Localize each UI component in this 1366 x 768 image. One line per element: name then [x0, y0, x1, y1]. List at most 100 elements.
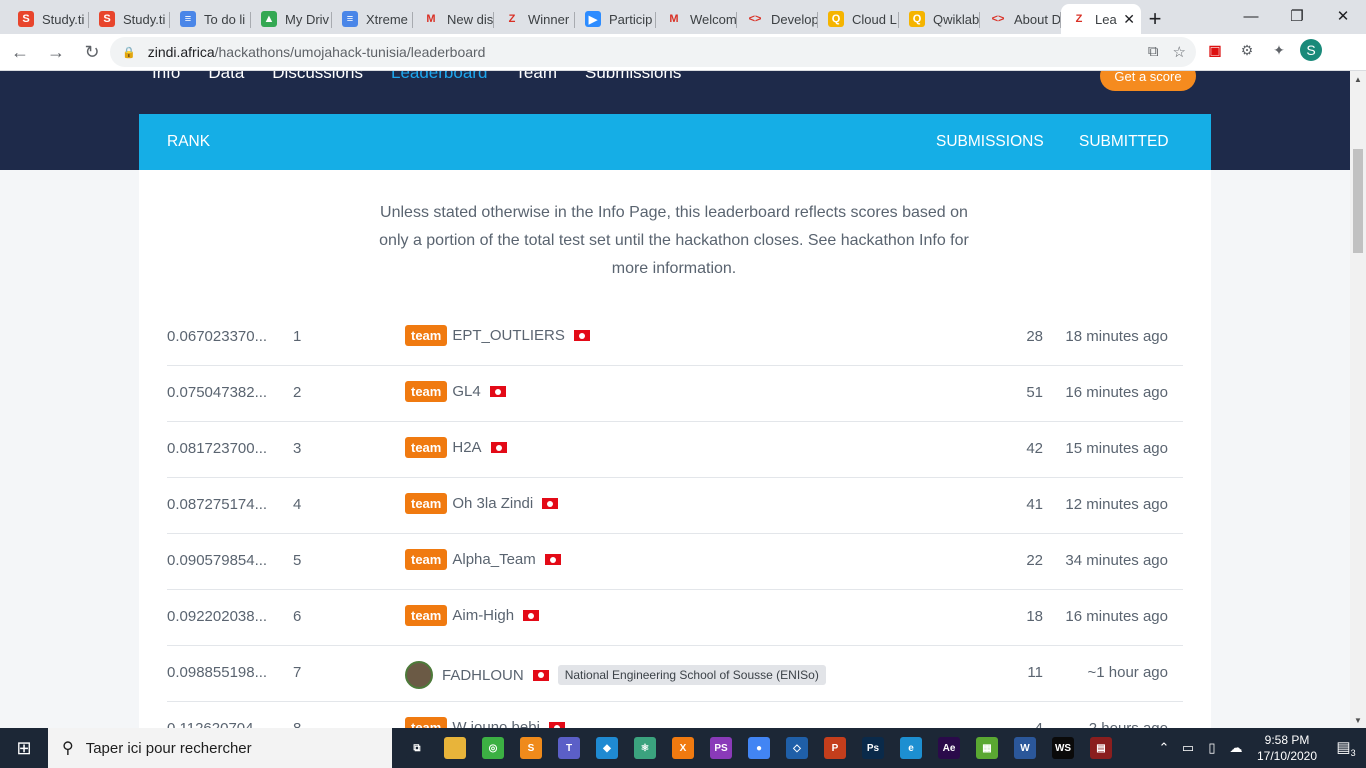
participant-name[interactable]: GL4	[452, 383, 480, 400]
close-tab-icon[interactable]: ✕	[1123, 11, 1135, 28]
taskbar-search[interactable]: ⚲ Taper ici pour rechercher	[48, 728, 392, 768]
forward-button[interactable]: →	[40, 36, 72, 68]
taskbar-app-after-effects[interactable]: Ae	[930, 728, 968, 768]
taskbar-app-xampp[interactable]: X	[664, 728, 702, 768]
row-participant: FADHLOUN National Engineering School of S…	[405, 661, 826, 689]
taskbar-app-webstorm[interactable]: WS	[1044, 728, 1082, 768]
browser-tab[interactable]: ≡ Xtreme	[332, 4, 413, 34]
puzzle-extensions-icon[interactable]: ✦	[1268, 39, 1290, 61]
taskbar-app-powerpoint[interactable]: P	[816, 728, 854, 768]
leaderboard-row[interactable]: 0.090579854... 5 team Alpha_Team 22 34 minute…	[167, 534, 1183, 590]
scroll-down-arrow[interactable]: ▼	[1350, 712, 1366, 728]
leaderboard-row[interactable]: 0.081723700... 3 team H2A 42 15 minutes ago	[167, 422, 1183, 478]
browser-tab[interactable]: M New dis	[413, 4, 494, 34]
participant-name[interactable]: EPT_OUTLIERS	[452, 327, 565, 344]
start-button[interactable]: ⊞	[0, 728, 48, 768]
browser-tab[interactable]: S Study.ti	[8, 4, 89, 34]
tab-label: About D	[1014, 11, 1061, 27]
organization-badge: National Engineering School of Sousse (E…	[557, 665, 826, 685]
battery-icon[interactable]: ▯	[1200, 740, 1224, 756]
taskbar-app-teams[interactable]: T	[550, 728, 588, 768]
back-button[interactable]: ←	[4, 36, 36, 68]
browser-tab[interactable]: Z Lea ✕	[1061, 4, 1141, 34]
xampp-icon: X	[672, 737, 694, 759]
leaderboard-row[interactable]: 0.112620704 8 team W iouno bebi 4 2 hours ago	[167, 702, 1183, 728]
translate-icon[interactable]: ⧉	[1148, 43, 1159, 61]
chevron-up-icon[interactable]: ⌃	[1152, 740, 1176, 756]
leaderboard-row[interactable]: 0.092202038... 6 team Aim-High 18 16 minutes …	[167, 590, 1183, 646]
browser-tab[interactable]: <> About D	[980, 4, 1061, 34]
nav-data[interactable]: Data	[208, 71, 244, 83]
tunisia-flag-icon	[573, 330, 590, 341]
browser-toolbar: ← → ↻ 🔒 zindi.africa/hackathons/umojahac…	[0, 34, 1366, 71]
new-tab-button[interactable]: +	[1141, 4, 1169, 34]
bookmark-star-icon[interactable]: ☆	[1173, 43, 1186, 61]
profile-avatar[interactable]: S	[1300, 39, 1322, 61]
leaderboard-row[interactable]: 0.075047382... 2 team GL4 51 16 minutes ago	[167, 366, 1183, 422]
reload-button[interactable]: ↻	[76, 36, 108, 68]
browser-tab[interactable]: ≡ To do li	[170, 4, 251, 34]
address-bar[interactable]: 🔒 zindi.africa/hackathons/umojahack-tuni…	[110, 37, 1196, 67]
nav-team[interactable]: Team	[515, 71, 557, 83]
browser-tab[interactable]: Q Cloud L	[818, 4, 899, 34]
browser-tab[interactable]: S Study.ti	[89, 4, 170, 34]
settings-gear-icon[interactable]: ⚙	[1236, 39, 1258, 61]
taskbar-app-sublime-text[interactable]: S	[512, 728, 550, 768]
taskbar-app-app-sheet[interactable]: ▦	[968, 728, 1006, 768]
participant-name[interactable]: Aim-High	[452, 607, 514, 624]
rank-column-header[interactable]: RANK	[167, 133, 210, 151]
browser-tab[interactable]: ▲ My Driv	[251, 4, 332, 34]
team-badge: team	[405, 717, 448, 728]
notification-count: 3	[1350, 748, 1356, 758]
browser-tab[interactable]: ▶ Particip	[575, 4, 656, 34]
submitted-column-header[interactable]: SUBMITTED	[1079, 133, 1169, 151]
taskbar-app-app-green[interactable]: ◎	[474, 728, 512, 768]
page-scrollbar[interactable]: ▲ ▼	[1350, 71, 1366, 728]
extension-icon[interactable]: ▣	[1204, 39, 1226, 61]
restore-button[interactable]: ❐	[1274, 0, 1320, 32]
powerpoint-icon: P	[824, 737, 846, 759]
browser-tab[interactable]: M Welcom	[656, 4, 737, 34]
close-window-button[interactable]: ✕	[1320, 0, 1366, 32]
minimize-button[interactable]: —	[1228, 0, 1274, 32]
row-rank: 7	[293, 664, 302, 681]
network-icon[interactable]: ▭	[1176, 740, 1200, 756]
get-score-button[interactable]: Get a score	[1100, 71, 1196, 91]
taskbar-app-phpstorm[interactable]: PS	[702, 728, 740, 768]
taskbar-app-task-view[interactable]: ⧉	[398, 728, 436, 768]
taskbar-app-file-explorer[interactable]	[436, 728, 474, 768]
taskbar-app-virtualbox[interactable]: ◇	[778, 728, 816, 768]
submissions-column-header[interactable]: SUBMISSIONS	[936, 133, 1044, 151]
notification-center-icon[interactable]: ▤3	[1326, 738, 1366, 758]
taskbar-app-winrar[interactable]: ▤	[1082, 728, 1120, 768]
taskbar-app-photoshop[interactable]: Ps	[854, 728, 892, 768]
participant-name[interactable]: W iouno bebi	[452, 719, 540, 728]
nav-info[interactable]: Info	[152, 71, 180, 83]
taskbar-app-atom[interactable]: ⚛	[626, 728, 664, 768]
scrollbar-thumb[interactable]	[1353, 149, 1363, 253]
leaderboard-row[interactable]: 0.087275174... 4 team Oh 3la Zindi 41 12 minu…	[167, 478, 1183, 534]
participant-name[interactable]: H2A	[452, 439, 481, 456]
leaderboard-row[interactable]: 0.067023370... 1 team EPT_OUTLIERS 28 18 minu…	[167, 310, 1183, 366]
taskbar-app-chrome[interactable]: ●	[740, 728, 778, 768]
nav-submissions[interactable]: Submissions	[585, 71, 681, 83]
onedrive-cloud-icon[interactable]: ☁	[1224, 740, 1248, 756]
taskbar-app-vs-code[interactable]: ◆	[588, 728, 626, 768]
nav-leaderboard[interactable]: Leaderboard	[391, 71, 487, 83]
scroll-up-arrow[interactable]: ▲	[1350, 71, 1366, 87]
participant-name[interactable]: Alpha_Team	[452, 551, 535, 568]
browser-tab[interactable]: Q Qwiklab	[899, 4, 980, 34]
browser-tab[interactable]: <> Develop	[737, 4, 818, 34]
participant-name[interactable]: Oh 3la Zindi	[452, 495, 533, 512]
taskbar-clock[interactable]: 9:58 PM 17/10/2020	[1248, 732, 1326, 764]
tab-list: S Study.ti S Study.ti ≡ To do li ▲ My Driv ≡ Xtre…	[0, 4, 1141, 34]
taskbar-app-word[interactable]: W	[1006, 728, 1044, 768]
browser-tab[interactable]: Z Winner	[494, 4, 575, 34]
taskbar-app-edge[interactable]: e	[892, 728, 930, 768]
nav-discussions[interactable]: Discussions	[272, 71, 363, 83]
app-sheet-icon: ▦	[976, 737, 998, 759]
edge-icon: e	[900, 737, 922, 759]
tab-favicon-icon: ≡	[342, 11, 358, 27]
leaderboard-row[interactable]: 0.098855198... 7 FADHLOUN National Engineer…	[167, 646, 1183, 702]
participant-name[interactable]: FADHLOUN	[442, 667, 524, 684]
